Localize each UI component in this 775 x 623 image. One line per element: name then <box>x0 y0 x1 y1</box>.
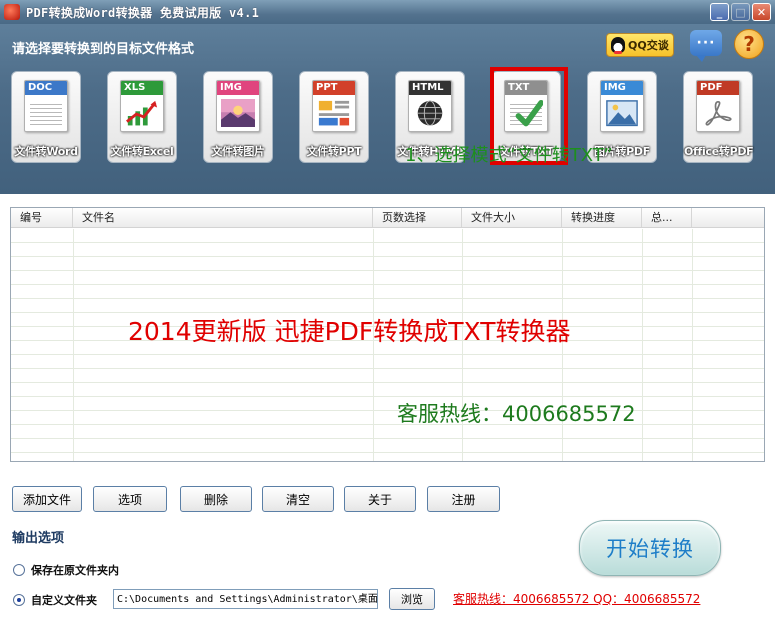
format-tile-ppt[interactable]: PPT 文件转PPT <box>299 71 369 163</box>
add-file-button[interactable]: 添加文件 <box>12 486 82 512</box>
maximize-button[interactable]: □ <box>731 3 750 21</box>
column-header-progress[interactable]: 转换进度 <box>562 208 642 227</box>
register-button[interactable]: 注册 <box>427 486 500 512</box>
acrobat-symbol-icon <box>705 100 732 126</box>
format-tile-label: 文件转PPT <box>306 145 362 158</box>
column-header-file-size[interactable]: 文件大小 <box>462 208 562 227</box>
help-icon[interactable]: ? <box>734 29 764 59</box>
file-list[interactable]: 编号 文件名 页数选择 文件大小 转换进度 总... 2014更新版 迅捷PDF… <box>10 207 765 462</box>
html-globe-icon: HTML <box>408 80 452 132</box>
xls-format-tag: XLS <box>121 81 163 95</box>
format-tile-label: 文件转图片 <box>211 145 265 158</box>
format-tile-word[interactable]: DOC 文件转Word <box>11 71 81 163</box>
promo-title: 2014更新版 迅捷PDF转换成TXT转换器 <box>128 317 571 346</box>
window-title: PDF转换成Word转换器 免费试用版 v4.1 <box>26 5 260 20</box>
html-format-tag: HTML <box>409 81 451 95</box>
ppt-format-tag: PPT <box>313 81 355 95</box>
output-path-field[interactable]: C:\Documents and Settings\Administrator\… <box>113 589 378 609</box>
excel-chart-icon: XLS <box>120 80 164 132</box>
step-hint: 1、选择模式“文件转TXT” <box>405 145 613 166</box>
qq-penguin-icon <box>611 37 625 54</box>
output-options-title: 输出选项 <box>12 531 65 546</box>
format-tile-label: 文件转Word <box>14 145 78 158</box>
pdf-format-tag: PDF <box>697 81 739 95</box>
custom-folder-label: 自定义文件夹 <box>31 594 97 607</box>
delete-button[interactable]: 删除 <box>180 486 252 512</box>
promo-hotline: 客服热线：4006685572 <box>397 402 636 426</box>
qq-chat-button[interactable]: QQ交谈 <box>606 33 674 57</box>
format-tile-label: Office转PDF <box>684 145 754 158</box>
save-original-option[interactable]: 保存在原文件夹内 <box>13 562 119 578</box>
sunset-picture-icon <box>221 99 255 128</box>
format-tile-office-to-pdf[interactable]: PDF Office转PDF <box>683 71 754 163</box>
start-conversion-button[interactable]: 开始转换 <box>579 520 721 576</box>
mountain-picture-icon <box>606 100 638 127</box>
column-header-page-select[interactable]: 页数选择 <box>373 208 462 227</box>
custom-folder-option[interactable]: 自定义文件夹 <box>13 592 97 608</box>
globe-icon <box>417 100 443 126</box>
format-tile-label: 文件转Excel <box>110 145 174 158</box>
doc-format-tag: DOC <box>25 81 67 95</box>
ppt-slides-icon: PPT <box>312 80 356 132</box>
column-header-index[interactable]: 编号 <box>11 208 73 227</box>
format-tile-excel[interactable]: XLS 文件转Excel <box>107 71 177 163</box>
img-format-tag: IMG <box>601 81 643 95</box>
slides-graphics-icon <box>318 100 350 126</box>
picture-to-pdf-icon: IMG <box>600 80 644 132</box>
options-button[interactable]: 选项 <box>93 486 167 512</box>
column-header-total[interactable]: 总... <box>642 208 692 227</box>
clear-button[interactable]: 清空 <box>262 486 334 512</box>
chat-bubble-icon[interactable]: ··· <box>690 30 722 62</box>
about-button[interactable]: 关于 <box>344 486 416 512</box>
chart-arrow-icon <box>126 100 158 126</box>
app-logo-icon <box>4 4 20 20</box>
hotline-link[interactable]: 客服热线：4006685572 QQ：4006685572 <box>453 590 700 607</box>
img-format-tag: IMG <box>217 81 259 95</box>
browse-button[interactable]: 浏览 <box>389 588 435 610</box>
close-button[interactable]: ✕ <box>752 3 771 21</box>
qq-chat-label: QQ交谈 <box>628 39 669 52</box>
save-original-label: 保存在原文件夹内 <box>31 564 119 577</box>
format-selection-panel: 请选择要转换到的目标文件格式 QQ交谈 ··· ? DOC 文件转Word XL… <box>0 24 775 194</box>
file-list-header: 编号 文件名 页数选择 文件大小 转换进度 总... <box>11 208 764 228</box>
custom-folder-radio[interactable] <box>13 594 25 606</box>
word-doc-icon: DOC <box>24 80 68 132</box>
format-tile-image[interactable]: IMG 文件转图片 <box>203 71 273 163</box>
format-instruction: 请选择要转换到的目标文件格式 <box>12 42 195 57</box>
column-header-filename[interactable]: 文件名 <box>73 208 373 227</box>
window-controls: _ □ ✕ <box>710 3 771 21</box>
office-pdf-icon: PDF <box>696 80 740 132</box>
image-landscape-icon: IMG <box>216 80 260 132</box>
minimize-button[interactable]: _ <box>710 3 729 21</box>
title-bar: PDF转换成Word转换器 免费试用版 v4.1 _ □ ✕ <box>0 0 775 24</box>
save-original-radio[interactable] <box>13 564 25 576</box>
